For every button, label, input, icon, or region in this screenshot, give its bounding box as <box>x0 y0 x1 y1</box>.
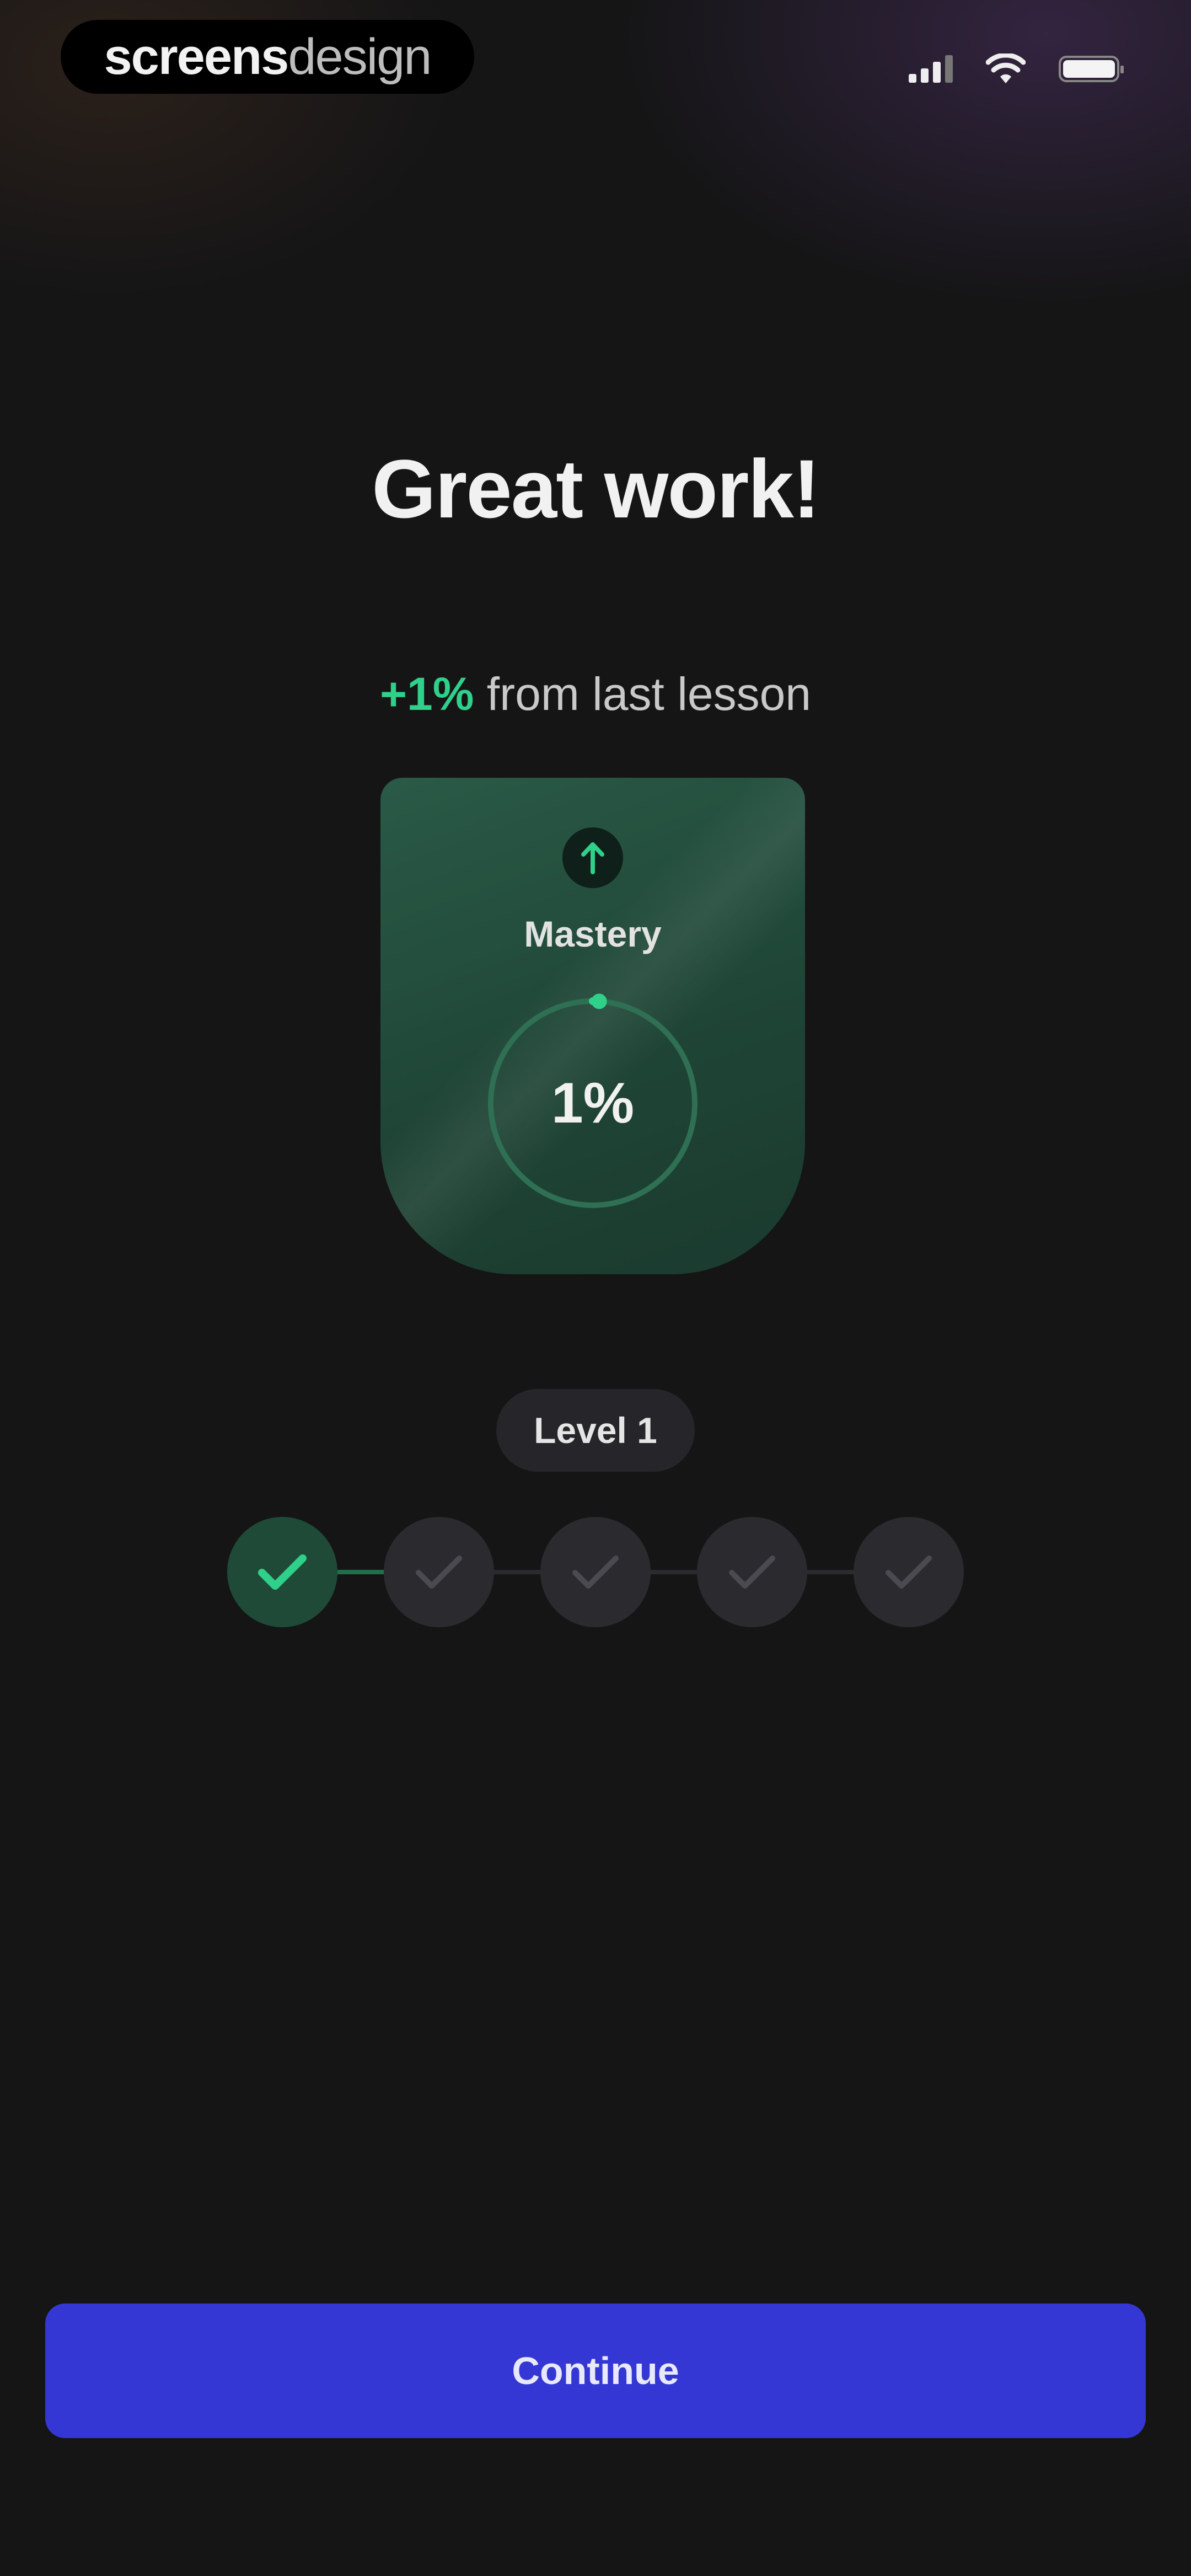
battery-icon <box>1059 56 1124 82</box>
arrow-up-icon <box>581 842 604 874</box>
checkmark-icon <box>886 1556 932 1589</box>
mastery-card: Mastery 1% <box>380 778 805 1274</box>
lesson-complete-screen: screens design Great work! +1% from last … <box>0 0 1191 2576</box>
brand-logo-light: design <box>288 28 432 85</box>
progress-delta-text: from last lesson <box>486 668 812 720</box>
status-icons <box>909 50 1124 88</box>
continue-button[interactable]: Continue <box>45 2304 1146 2438</box>
mastery-badge <box>562 827 623 888</box>
brand-logo: screens design <box>61 20 474 94</box>
progress-delta: +1% from last lesson <box>0 667 1191 721</box>
level-step <box>227 1517 337 1627</box>
checkmark-icon <box>258 1554 307 1590</box>
checkmark-icon <box>416 1556 462 1589</box>
checkmark-icon <box>729 1556 775 1589</box>
wifi-icon <box>986 54 1026 83</box>
mastery-value: 1% <box>551 1071 635 1135</box>
page-title: Great work! <box>372 442 820 535</box>
checkmark-icon <box>572 1556 619 1589</box>
level-step <box>854 1517 964 1627</box>
brand-logo-bold: screens <box>104 28 289 85</box>
level-step <box>384 1517 494 1627</box>
progress-delta-value: +1% <box>379 668 474 720</box>
level-steps <box>0 1517 1191 1627</box>
mastery-label: Mastery <box>524 913 662 954</box>
cellular-signal-icon <box>909 55 953 83</box>
level-step <box>540 1517 651 1627</box>
level-step <box>697 1517 807 1627</box>
level-badge: Level 1 <box>496 1389 695 1472</box>
